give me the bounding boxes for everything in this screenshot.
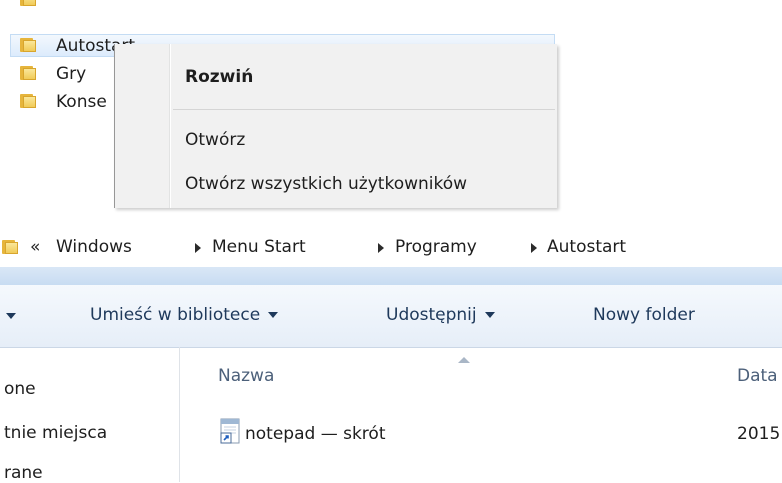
breadcrumb-arrow-icon[interactable] — [531, 243, 537, 253]
folder-icon — [20, 94, 36, 108]
command-bar: Umieść w bibliotece Udostępnij Nowy fold… — [0, 285, 782, 348]
nav-item-recent-places[interactable]: tnie miejsca — [4, 423, 107, 443]
breadcrumb-programy[interactable]: Programy — [395, 237, 477, 257]
folder-icon — [20, 38, 36, 52]
context-menu: Rozwiń Otwórz Otwórz wszystkich użytkown… — [114, 44, 557, 208]
chevron-down-icon — [484, 312, 495, 318]
column-header-date[interactable]: Data — [737, 366, 778, 386]
menu-item-expand[interactable]: Rozwiń — [185, 67, 253, 87]
shortcut-file-icon — [220, 418, 240, 444]
file-name: notepad — skrót — [245, 424, 386, 444]
address-bar[interactable]: « Windows Menu Start Programy Autostart — [0, 228, 782, 264]
column-header-name[interactable]: Nazwa — [218, 366, 274, 386]
nav-item-downloads[interactable]: rane — [4, 463, 43, 483]
include-in-library-label: Umieść w bibliotece — [90, 305, 261, 325]
file-date: 2015 — [737, 424, 781, 444]
window-band — [0, 267, 782, 285]
tree-item-label: Konse — [56, 92, 107, 112]
nav-item-favorites[interactable]: one — [4, 379, 36, 399]
navigation-pane: one tnie miejsca rane — [0, 347, 180, 483]
folder-icon — [20, 0, 36, 6]
breadcrumb-autostart[interactable]: Autostart — [547, 237, 626, 257]
chevron-down-icon — [268, 312, 279, 318]
menu-item-open[interactable]: Otwórz — [185, 130, 245, 150]
tree-item-label: Gry — [56, 64, 87, 84]
menu-separator — [173, 109, 555, 110]
breadcrumb-windows[interactable]: Windows — [56, 237, 132, 257]
share-button[interactable]: Udostępnij — [386, 305, 495, 325]
include-in-library-button[interactable]: Umieść w bibliotece — [90, 305, 279, 325]
menu-gutter — [169, 44, 171, 208]
folder-icon — [20, 66, 36, 80]
breadcrumb-arrow-icon[interactable] — [378, 243, 384, 253]
share-label: Udostępnij — [386, 305, 477, 325]
breadcrumb-arrow-icon[interactable] — [195, 243, 201, 253]
menu-item-open-all-users[interactable]: Otwórz wszystkich użytkowników — [185, 174, 467, 194]
folder-icon — [2, 240, 18, 254]
new-folder-button[interactable]: Nowy folder — [593, 305, 695, 325]
breadcrumb-overflow[interactable]: « — [30, 237, 40, 257]
organize-dropdown-icon[interactable] — [6, 313, 16, 319]
breadcrumb-menu-start[interactable]: Menu Start — [212, 237, 306, 257]
sort-ascending-icon — [458, 357, 470, 363]
